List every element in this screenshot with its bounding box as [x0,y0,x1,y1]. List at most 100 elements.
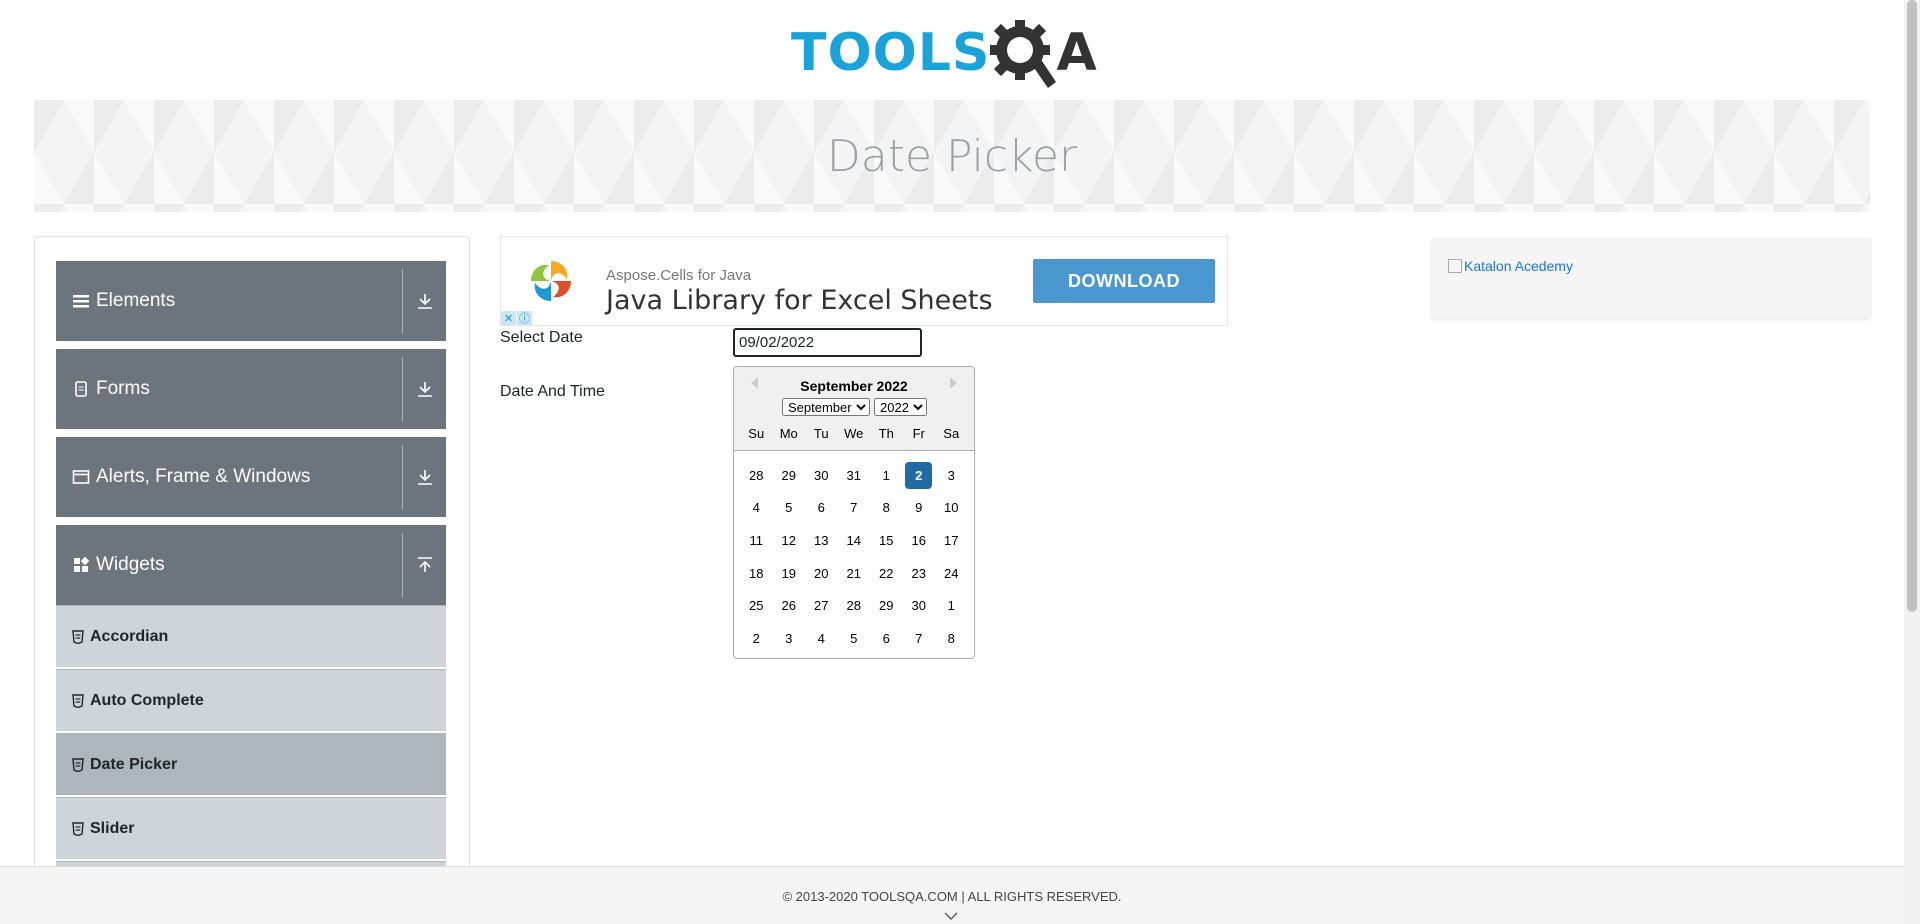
sidebar-group-forms[interactable]: Forms [56,349,446,429]
calendar-day[interactable]: 3 [938,462,965,489]
calendar-day[interactable]: 7 [840,494,867,521]
calendar-day[interactable]: 22 [873,560,900,587]
calendar-week-row: 11 12 13 14 15 16 17 [740,524,968,557]
calendar-day[interactable]: 6 [873,625,900,652]
calendar-day[interactable]: 2 [905,461,933,489]
aspose-logo-icon [531,261,571,301]
page-footer: © 2013-2020 TOOLSQA.COM | ALL RIGHTS RES… [0,866,1904,924]
divider [402,269,403,333]
sidebar-group-elements[interactable]: Elements [56,261,446,341]
ad-choices[interactable]: ✕ ⓘ [501,311,533,325]
calendar-day[interactable]: 2 [743,625,770,652]
calendar-day[interactable]: 4 [808,625,835,652]
html5-icon [72,693,84,708]
calendar-day[interactable]: 13 [808,527,835,554]
divider [402,445,403,509]
calendar-day[interactable]: 1 [873,462,900,489]
datepicker-calendar: September 2022 September 2022 Su Mo Tu We Th… [733,366,975,659]
info-icon[interactable]: ⓘ [517,311,532,325]
calendar-week-row: 18 19 20 21 22 23 24 [740,557,968,590]
calendar-day[interactable]: 9 [905,494,932,521]
year-select[interactable]: 2022 [874,398,927,416]
weekday-header: Su Mo Tu We Th Fr Sa [740,426,968,441]
scrollbar-thumb[interactable] [1907,0,1917,612]
calendar-week-row: 2345678 [740,622,968,655]
page-title: Date Picker [826,130,1078,182]
calendar-day[interactable]: 4 [743,494,770,521]
katalon-alt-text: Katalon Acedemy [1464,258,1573,274]
html5-icon [72,821,84,836]
page-banner: Date Picker [34,100,1870,212]
katalon-academy-link[interactable]: Katalon Acedemy [1448,258,1573,274]
sidebar-group-label: Elements [96,290,176,311]
sidebar-item-auto-complete[interactable]: Auto Complete [56,669,446,731]
calendar-day[interactable]: 14 [840,527,867,554]
weekday-label: Fr [912,426,925,441]
sidebar-group-label: Widgets [96,554,165,575]
calendar-day[interactable]: 29 [873,592,900,619]
weekday-label: Su [748,426,765,441]
close-icon[interactable]: ✕ [501,311,516,325]
download-icon [418,294,432,309]
document-icon [75,381,87,397]
calendar-day[interactable]: 16 [905,527,932,554]
sidebar-item-label: Auto Complete [90,691,204,709]
calendar-week-row: 4 5 6 7 8 9 10 [740,492,968,525]
weekday-label: Tu [813,426,829,441]
calendar-header: September 2022 September 2022 Su Mo Tu We Th… [734,367,974,451]
sidebar-group-alerts[interactable]: Alerts, Frame & Windows [56,437,446,517]
sidebar-item-label: Slider [90,819,135,837]
calendar-day[interactable]: 1 [938,592,965,619]
calendar-day[interactable]: 6 [808,494,835,521]
calendar-month-grid: 28 29 30 31 1 2 3 4 5 6 7 8 9 10 11 12 13 14 15 16 17 18 19 20 2… [740,459,968,655]
calendar-day[interactable]: 31 [840,462,867,489]
calendar-day[interactable]: 8 [873,494,900,521]
calendar-day[interactable]: 12 [775,527,802,554]
ad-download-button[interactable]: DOWNLOAD [1033,259,1215,303]
right-ad-banner[interactable]: Katalon Acedemy [1432,238,1870,318]
sidebar-item-date-picker[interactable]: Date Picker [56,733,446,795]
calendar-day[interactable]: 28 [743,462,770,489]
date-picker-input[interactable] [733,328,922,357]
toolsqa-logo[interactable]: TOOLS A [791,16,1098,90]
divider [402,533,403,597]
vertical-scrollbar[interactable] [1904,0,1920,924]
calendar-week-row: 25 26 27 28 29 30 1 [740,589,968,622]
calendar-day[interactable]: 30 [808,462,835,489]
calendar-day[interactable]: 17 [938,527,965,554]
sidebar-item-accordian[interactable]: Accordian [56,605,446,667]
calendar-day[interactable]: 8 [938,625,965,652]
widgets-icon [74,556,90,572]
logo-text-tools: TOOLS [791,23,991,83]
calendar-day[interactable]: 3 [775,625,802,652]
calendar-day[interactable]: 15 [873,527,900,554]
calendar-day[interactable]: 18 [743,560,770,587]
weekday-label: Th [878,426,894,441]
ad-subtitle: Aspose.Cells for Java [606,267,752,284]
calendar-day[interactable]: 11 [743,527,770,554]
sidebar-item-slider[interactable]: Slider [56,797,446,859]
ad-banner[interactable]: Aspose.Cells for Java Java Library for E… [500,236,1228,326]
calendar-day[interactable]: 29 [775,462,802,489]
calendar-day[interactable]: 10 [938,494,965,521]
calendar-day[interactable]: 28 [840,592,867,619]
calendar-day[interactable]: 27 [808,592,835,619]
calendar-day[interactable]: 21 [840,560,867,587]
calendar-day[interactable]: 24 [938,560,965,587]
month-select[interactable]: September [782,398,870,416]
select-date-label: Select Date [500,329,583,346]
calendar-day[interactable]: 23 [905,560,932,587]
calendar-day[interactable]: 7 [905,625,932,652]
calendar-day[interactable]: 5 [840,625,867,652]
chevron-down-icon[interactable] [944,911,958,921]
calendar-day[interactable]: 20 [808,560,835,587]
calendar-day[interactable]: 19 [775,560,802,587]
calendar-day[interactable]: 5 [775,494,802,521]
sidebar-group-label: Forms [96,378,150,399]
calendar-day[interactable]: 25 [743,592,770,619]
ad-title: Java Library for Excel Sheets [606,285,993,316]
sidebar-group-widgets[interactable]: Widgets [56,525,446,605]
calendar-day[interactable]: 26 [775,592,802,619]
calendar-day[interactable]: 30 [905,592,932,619]
hamburger-icon [73,295,89,308]
